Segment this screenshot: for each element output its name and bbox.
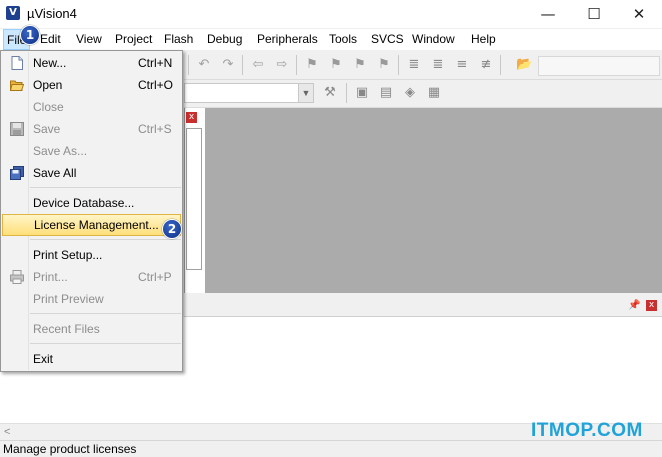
menu-item-recent-files[interactable]: Recent Files: [2, 318, 181, 340]
pin-icon[interactable]: 📌: [628, 300, 640, 311]
watermark: ITMOP.COM: [531, 420, 643, 441]
menu-project[interactable]: Project: [112, 29, 155, 50]
output-pane-header: [184, 298, 662, 317]
new-file-icon: [10, 56, 24, 70]
menu-debug[interactable]: Debug: [204, 29, 245, 50]
menu-item-save[interactable]: Save Ctrl+S: [2, 118, 181, 140]
project-pane-close-icon[interactable]: x: [186, 112, 197, 123]
maximize-button[interactable]: ☐: [571, 0, 617, 28]
nav-forward-icon[interactable]: ⇨: [274, 57, 290, 73]
file-menu-dropdown: New... Ctrl+N Open Ctrl+O Close Save Ctr…: [0, 50, 183, 372]
menu-item-open[interactable]: Open Ctrl+O: [2, 74, 181, 96]
menu-item-print-setup[interactable]: Print Setup...: [2, 244, 181, 266]
templates-window-icon[interactable]: ▦: [426, 85, 442, 101]
status-text: Manage product licenses: [3, 442, 137, 456]
clear-bookmarks-icon[interactable]: ⚑: [376, 57, 392, 73]
menu-svcs[interactable]: SVCS: [368, 29, 407, 50]
menu-help[interactable]: Help: [468, 29, 499, 50]
toolbar-separator: [242, 55, 243, 75]
functions-window-icon[interactable]: ◈: [402, 85, 418, 101]
toolbar-separator: [346, 83, 347, 103]
find-combo[interactable]: [538, 56, 660, 76]
menu-item-exit[interactable]: Exit: [2, 348, 181, 370]
menu-item-shortcut: Ctrl+O: [138, 78, 174, 92]
menu-item-label: Save As...: [33, 144, 88, 158]
output-pane-close-icon[interactable]: x: [646, 300, 657, 311]
title-bar: V µVision4 — ☐ ✕: [0, 0, 662, 28]
menu-item-label: Recent Files: [33, 322, 100, 336]
editor-area[interactable]: [205, 108, 662, 294]
menu-edit[interactable]: Edit: [37, 29, 64, 50]
step-badge-1: 1: [20, 25, 40, 45]
close-button[interactable]: ✕: [616, 0, 662, 28]
menu-window[interactable]: Window: [409, 29, 458, 50]
menu-item-label: New...: [33, 56, 67, 70]
menu-item-close[interactable]: Close: [2, 96, 181, 118]
menu-item-print[interactable]: Print... Ctrl+P: [2, 266, 181, 288]
menu-separator: [30, 313, 181, 314]
prev-bookmark-icon[interactable]: ⚑: [328, 57, 344, 73]
menu-separator: [30, 239, 181, 240]
menu-item-label: Print Preview: [33, 292, 104, 306]
toolbar-separator: [296, 55, 297, 75]
menu-item-label: Print...: [33, 270, 68, 284]
bookmark-icon[interactable]: ⚑: [304, 57, 320, 73]
menu-peripherals[interactable]: Peripherals: [254, 29, 321, 50]
menu-flash[interactable]: Flash: [161, 29, 196, 50]
menu-item-device-database[interactable]: Device Database...: [2, 192, 181, 214]
chevron-down-icon[interactable]: ▼: [298, 84, 313, 102]
undo-icon[interactable]: ↶: [196, 57, 212, 73]
menu-item-license-management[interactable]: License Management...: [2, 214, 181, 236]
next-bookmark-icon[interactable]: ⚑: [352, 57, 368, 73]
menu-item-label: Open: [33, 78, 63, 92]
status-bar: Manage product licenses: [0, 440, 662, 457]
unindent-icon[interactable]: ≣: [430, 57, 446, 73]
print-icon: [10, 270, 24, 284]
step-badge-2: 2: [162, 219, 182, 239]
magic-wand-icon[interactable]: ⚒: [322, 85, 338, 101]
menu-item-new[interactable]: New... Ctrl+N: [2, 52, 181, 74]
menu-view[interactable]: View: [73, 29, 105, 50]
menu-item-label: Save: [33, 122, 61, 136]
books-window-icon[interactable]: ▤: [378, 85, 394, 101]
uncomment-icon[interactable]: ≢: [478, 57, 494, 73]
menu-tools[interactable]: Tools: [326, 29, 360, 50]
window-title: µVision4: [27, 6, 77, 21]
project-tree[interactable]: [186, 128, 202, 270]
menu-item-save-as[interactable]: Save As...: [2, 140, 181, 162]
menu-item-label: Device Database...: [33, 196, 135, 210]
save-all-icon: [10, 166, 24, 180]
target-select[interactable]: ▼: [184, 83, 314, 103]
menu-item-print-preview[interactable]: Print Preview: [2, 288, 181, 310]
menu-bar: File Edit View Project Flash Debug Perip…: [0, 29, 662, 50]
redo-icon[interactable]: ↷: [220, 57, 236, 73]
toolbar-separator: [398, 55, 399, 75]
save-icon: [10, 122, 24, 136]
app-icon: V: [6, 6, 20, 20]
menu-item-shortcut: Ctrl+N: [138, 56, 173, 70]
indent-icon[interactable]: ≣: [406, 57, 422, 73]
find-in-files-icon[interactable]: 📂: [516, 57, 532, 73]
menu-item-label: License Management...: [34, 218, 159, 232]
minimize-button[interactable]: —: [525, 0, 571, 28]
menu-item-shortcut: Ctrl+S: [138, 122, 172, 136]
menu-item-label: Print Setup...: [33, 248, 103, 262]
menu-item-label: Exit: [33, 352, 54, 366]
menu-separator: [30, 343, 181, 344]
menu-separator: [30, 187, 181, 188]
project-window-icon[interactable]: ▣: [354, 85, 370, 101]
comment-icon[interactable]: ≡: [454, 57, 470, 73]
open-folder-icon: [9, 78, 25, 92]
menu-item-label: Save All: [33, 166, 77, 180]
nav-back-icon[interactable]: ⇦: [250, 57, 266, 73]
toolbar-separator: [188, 55, 189, 75]
menu-item-shortcut: Ctrl+P: [138, 270, 172, 284]
menu-item-label: Close: [33, 100, 64, 114]
menu-item-save-all[interactable]: Save All: [2, 162, 181, 184]
toolbar-separator: [500, 55, 501, 75]
scroll-left-icon[interactable]: <: [4, 426, 10, 438]
